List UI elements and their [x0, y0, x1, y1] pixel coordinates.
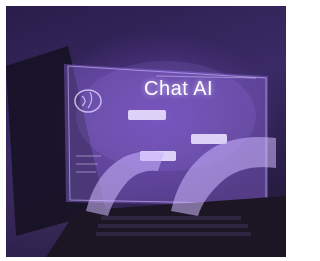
image-frame: Chat AI [0, 0, 290, 261]
scene-illustration [6, 46, 286, 257]
photo-laptop-chat-ai: Chat AI [6, 6, 286, 257]
hologram-title: Chat AI [144, 78, 214, 100]
keyboard-keys [96, 216, 251, 236]
